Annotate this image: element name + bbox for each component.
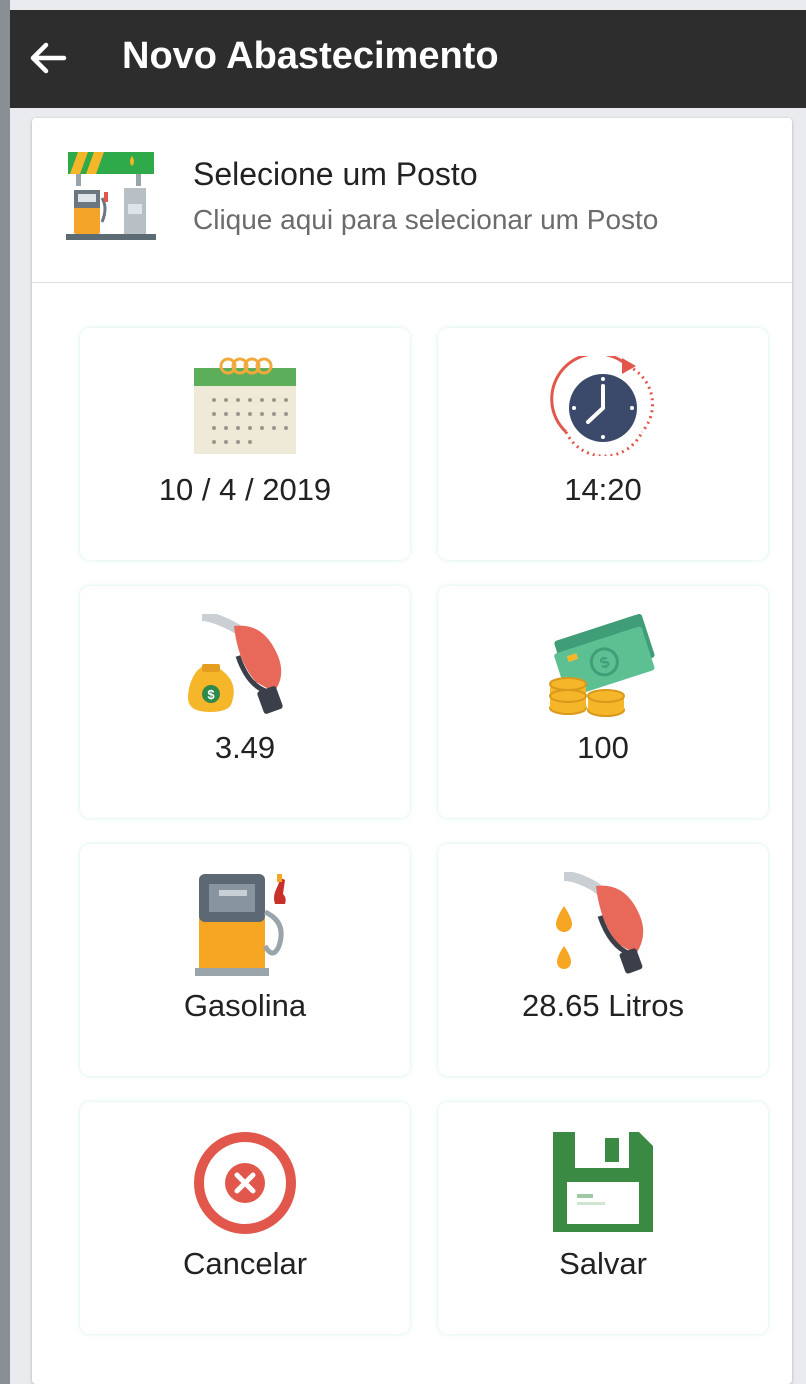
amount-tile[interactable]: $ 100 <box>438 586 768 818</box>
cancel-button[interactable]: Cancelar <box>80 1102 410 1334</box>
price-value: 3.49 <box>214 730 276 765</box>
cancel-label: Cancelar <box>182 1246 308 1281</box>
station-title: Selecione um Posto <box>193 156 478 192</box>
save-icon <box>553 1132 653 1232</box>
money-icon: $ <box>549 614 655 717</box>
page-title: Novo Abastecimento <box>122 35 499 77</box>
date-value: 10 / 4 / 2019 <box>158 472 332 507</box>
fuel-pump-icon <box>195 874 286 976</box>
date-tile[interactable]: 10 / 4 / 2019 <box>80 328 410 560</box>
time-value: 14:20 <box>564 472 642 507</box>
save-label: Salvar <box>559 1246 647 1281</box>
fuel-nozzle-drops-icon <box>556 872 644 974</box>
calendar-icon <box>194 357 296 454</box>
price-tile[interactable]: $ 3.49 <box>80 586 410 818</box>
toolbar: Novo Abastecimento <box>10 10 806 108</box>
app-screen: Novo Abastecimento Selecione um Posto Cl… <box>10 0 806 1384</box>
select-station-button[interactable]: Selecione um Posto Clique aqui para sele… <box>32 118 792 283</box>
station-subtitle: Clique aqui para selecionar um Posto <box>193 204 659 235</box>
clock-icon <box>550 356 655 456</box>
time-tile[interactable]: 14:20 <box>438 328 768 560</box>
liters-value: 28.65 Litros <box>522 988 684 1023</box>
arrow-left-icon <box>30 42 67 74</box>
gas-station-icon <box>66 152 156 240</box>
save-button[interactable]: Salvar <box>438 1102 768 1334</box>
back-button[interactable] <box>24 34 72 82</box>
amount-value: 100 <box>577 730 629 765</box>
fuel-price-icon: $ <box>188 614 283 714</box>
cancel-icon <box>194 1132 296 1234</box>
fuel-type-value: Gasolina <box>183 988 307 1023</box>
liters-tile[interactable]: 28.65 Litros <box>438 844 768 1076</box>
fuel-type-tile[interactable]: Gasolina <box>80 844 410 1076</box>
form-card: Selecione um Posto Clique aqui para sele… <box>32 118 792 1384</box>
svg-text:$: $ <box>207 687 215 702</box>
